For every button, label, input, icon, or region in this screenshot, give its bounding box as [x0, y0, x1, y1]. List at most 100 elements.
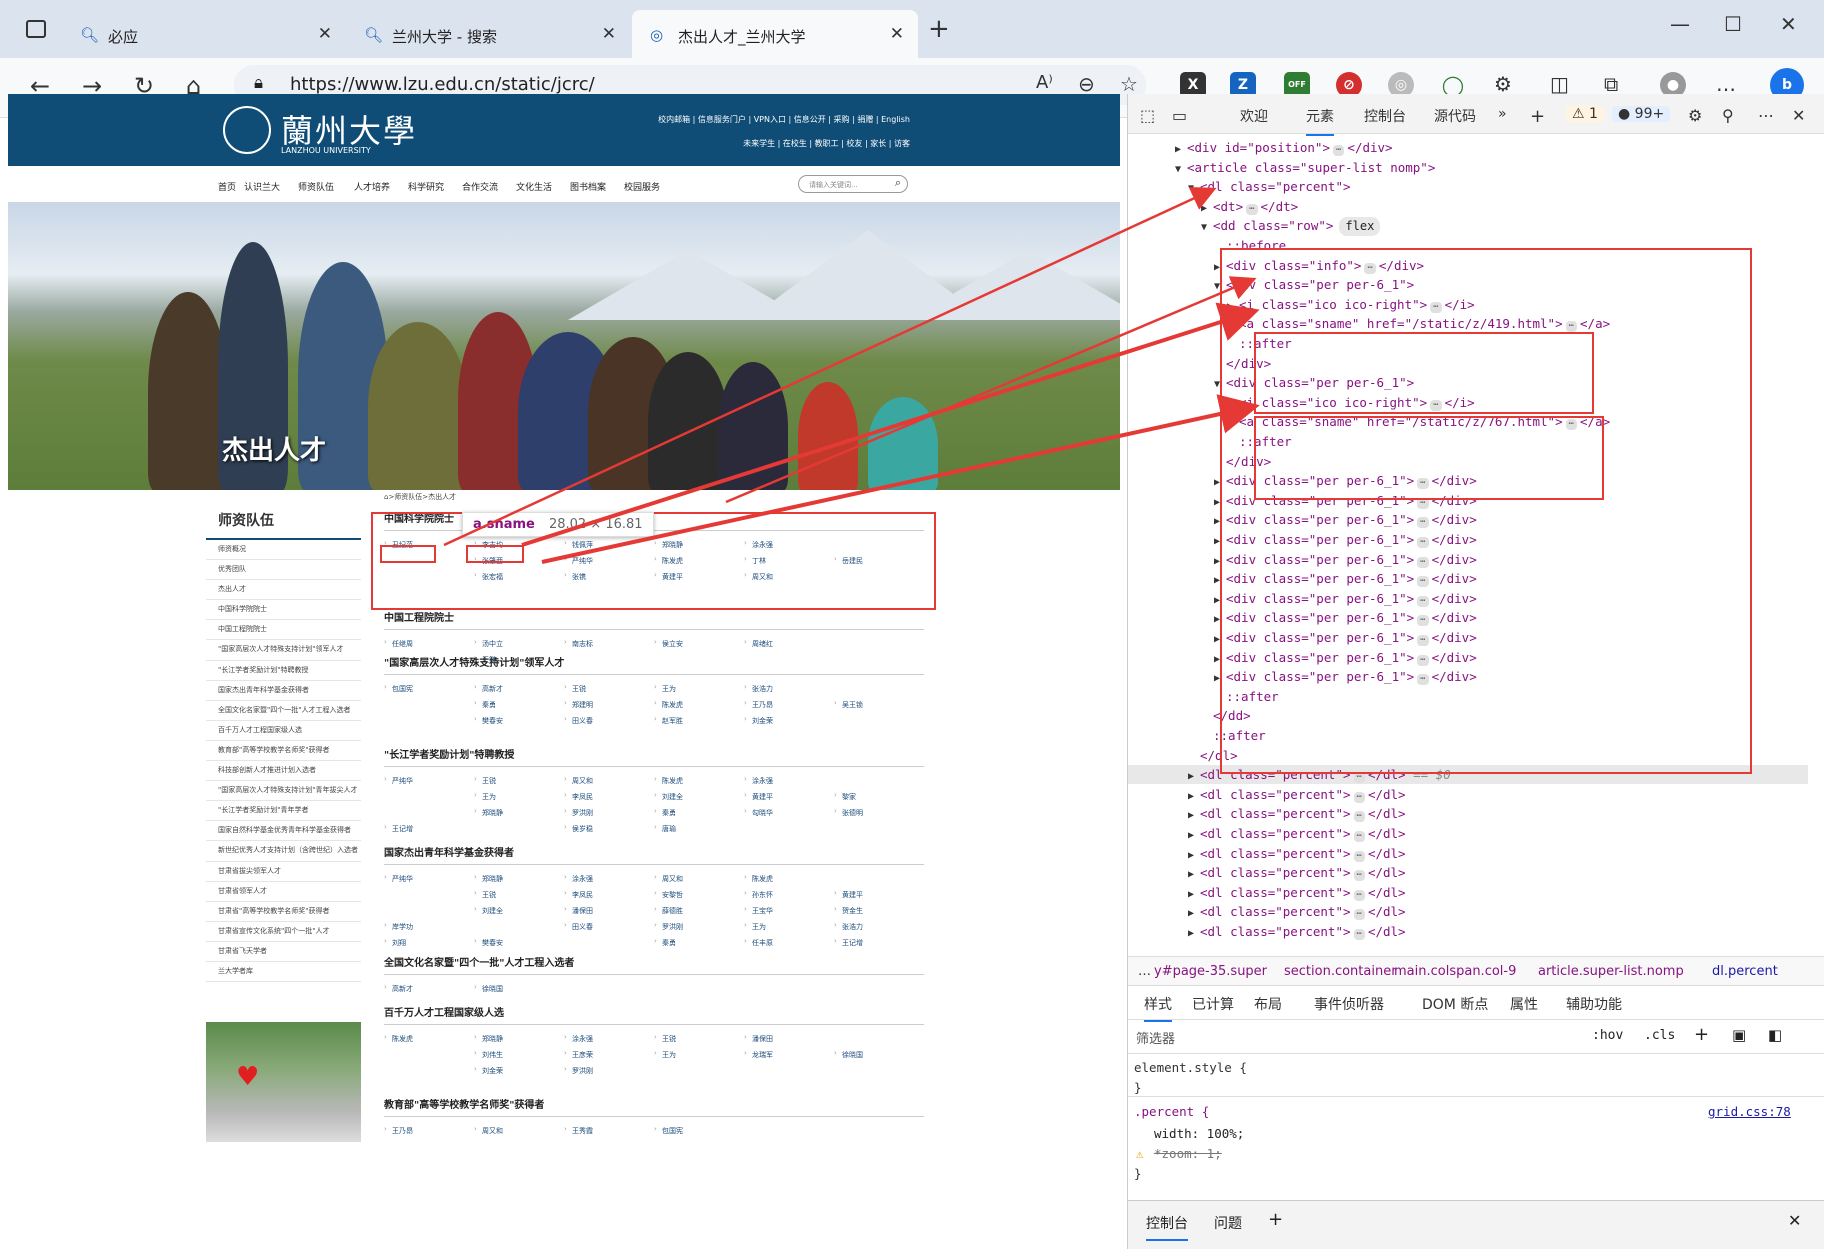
read-aloud-icon[interactable]: A⁾: [1036, 72, 1053, 93]
person-link[interactable]: 秦勇: [654, 935, 744, 951]
nav-item[interactable]: 师资队伍: [298, 180, 334, 193]
nav-item[interactable]: 文化生活: [516, 180, 552, 193]
person-link[interactable]: 安黎哲: [654, 887, 744, 903]
sidebar-item[interactable]: 国家杰出青年科学基金获得者: [206, 681, 361, 701]
dom-node[interactable]: ▶ <dt> ⋯ </dt>: [1201, 197, 1298, 216]
close-devtools-icon[interactable]: ✕: [1792, 106, 1805, 125]
top-links-row1[interactable]: 校内邮箱 | 信息服务门户 | VPN入口 | 信息公开 | 采购 | 捐赠 |…: [658, 114, 910, 125]
person-link[interactable]: 王为: [474, 789, 564, 805]
person-link[interactable]: 郑建明: [564, 697, 654, 713]
add-tab-icon[interactable]: +: [1530, 106, 1545, 127]
person-link[interactable]: 罗洪刚: [564, 805, 654, 821]
dom-node[interactable]: ▼ <article class="super-list nomp">: [1175, 158, 1435, 177]
person-link[interactable]: 唐瑜: [654, 821, 744, 837]
tab-search[interactable]: 🔍︎ 兰州大学 - 搜索 ✕: [346, 10, 630, 58]
source-link[interactable]: grid.css:78: [1708, 1104, 1791, 1119]
ellipsis-icon[interactable]: ⋯: [1353, 889, 1365, 901]
sidebar-item[interactable]: 甘肃省"高等学校教学名师奖"获得者: [206, 902, 361, 922]
close-icon[interactable]: ✕: [890, 24, 904, 44]
close-drawer-icon[interactable]: ✕: [1788, 1211, 1801, 1230]
site-search-input[interactable]: 请输入关键词... ⌕: [798, 175, 908, 193]
filter-input[interactable]: 筛选器: [1136, 1028, 1175, 1047]
person-link[interactable]: 王乃昂: [744, 697, 834, 713]
expand-toggle-icon[interactable]: ▶: [1188, 904, 1200, 923]
sidebar-item[interactable]: "长江学者奖励计划"青年学者: [206, 801, 361, 822]
tab-welcome[interactable]: 欢迎: [1240, 106, 1268, 126]
dom-node[interactable]: ▶ <dl class="percent"> ⋯ </dl>: [1188, 804, 1406, 823]
dom-crumb[interactable]: dl.percent: [1712, 964, 1778, 979]
sidebar-item[interactable]: "国家高层次人才特殊支持计划"领军人才: [206, 640, 361, 661]
person-link[interactable]: 樊春安: [474, 935, 564, 951]
element-style-rule[interactable]: element.style {: [1134, 1060, 1247, 1075]
close-window-icon[interactable]: ✕: [1780, 12, 1797, 36]
ellipsis-icon[interactable]: ⋯: [1353, 811, 1365, 823]
nav-item[interactable]: 首页: [218, 180, 236, 193]
extensions-icon[interactable]: ⚙: [1494, 72, 1512, 96]
sidebar-item[interactable]: 杰出人才: [206, 580, 361, 601]
person-link[interactable]: 王秀霞: [564, 1123, 654, 1139]
ellipsis-icon[interactable]: ⋯: [1353, 791, 1365, 803]
person-link[interactable]: 李凤民: [564, 789, 654, 805]
expand-toggle-icon[interactable]: ▼: [1201, 218, 1213, 237]
tab-sources[interactable]: 源代码: [1434, 106, 1476, 126]
person-link[interactable]: 黄建平: [834, 887, 924, 903]
ellipsis-icon[interactable]: ⋯: [1353, 929, 1365, 940]
dom-node[interactable]: ▶ <dl class="percent"> ⋯ </dl>: [1188, 902, 1406, 921]
person-link[interactable]: 高新才: [384, 981, 474, 997]
expand-toggle-icon[interactable]: ▶: [1188, 865, 1200, 884]
tab-layout[interactable]: 布局: [1254, 994, 1282, 1014]
person-link[interactable]: 包国宪: [384, 681, 474, 697]
paint-icon[interactable]: ▣: [1732, 1026, 1746, 1044]
messages-badge[interactable]: ● 99+: [1612, 106, 1671, 122]
dom-crumb[interactable]: article.super-list.nomp: [1538, 964, 1684, 979]
person-link[interactable]: 潘保田: [744, 1031, 834, 1047]
person-link[interactable]: 潘保田: [564, 903, 654, 919]
dom-crumb[interactable]: section.container: [1284, 964, 1397, 979]
sidebar-item[interactable]: 师资概况: [206, 540, 361, 561]
collections-icon[interactable]: ⧉: [1604, 72, 1618, 96]
sidebar-toggle-icon[interactable]: ◧: [1768, 1026, 1782, 1044]
ellipsis-icon[interactable]: ⋯: [1333, 145, 1345, 156]
zoom-icon[interactable]: ⊖: [1078, 72, 1095, 96]
person-link[interactable]: 吴王锁: [834, 697, 924, 713]
person-link[interactable]: 王为: [744, 919, 834, 935]
sidebar-item[interactable]: 甘肃省拔尖领军人才: [206, 862, 361, 882]
zoom-declaration[interactable]: *zoom: 1;: [1154, 1146, 1222, 1161]
person-link[interactable]: 徐晓国: [834, 1047, 924, 1063]
close-icon[interactable]: ✕: [602, 24, 616, 44]
person-link[interactable]: 郑晓静: [474, 1031, 564, 1047]
person-link[interactable]: 涂永强: [564, 871, 654, 887]
dom-crumb[interactable]: main.colspan.col-9: [1394, 964, 1516, 979]
dom-node[interactable]: ▶ <dl class="percent"> ⋯ </dl>: [1188, 863, 1406, 882]
person-link[interactable]: 刘金荣: [474, 1063, 564, 1079]
width-declaration[interactable]: width: 100%;: [1154, 1126, 1244, 1141]
percent-rule[interactable]: .percent {: [1134, 1104, 1209, 1119]
expand-toggle-icon[interactable]: ▶: [1175, 140, 1187, 159]
person-link[interactable]: 王乃昂: [384, 1123, 474, 1139]
person-link[interactable]: 郑晓静: [474, 805, 564, 821]
top-links-row2[interactable]: 未来学生 | 在校生 | 教职工 | 校友 | 家长 | 访客: [743, 138, 910, 149]
person-link[interactable]: 侯立安: [654, 636, 744, 652]
person-link[interactable]: 陈发虎: [654, 697, 744, 713]
person-link[interactable]: 李凤民: [564, 887, 654, 903]
minimize-icon[interactable]: —: [1670, 12, 1690, 36]
tab-properties[interactable]: 属性: [1510, 994, 1538, 1014]
person-link[interactable]: 刘建全: [474, 903, 564, 919]
sidebar-item[interactable]: 全国文化名家暨"四个一批"人才工程入选者: [206, 701, 361, 721]
person-link[interactable]: 任丰原: [744, 935, 834, 951]
ellipsis-icon[interactable]: ⋯: [1353, 870, 1365, 882]
expand-toggle-icon[interactable]: ▼: [1188, 179, 1200, 198]
person-link[interactable]: 周又和: [564, 773, 654, 789]
dom-node[interactable]: ▶ <dl class="percent"> ⋯ </dl>: [1188, 785, 1406, 804]
person-link[interactable]: 郑晓静: [474, 871, 564, 887]
person-link[interactable]: 张浩力: [744, 681, 834, 697]
hov-button[interactable]: :hov: [1592, 1028, 1623, 1043]
nav-item[interactable]: 认识兰大: [244, 180, 280, 193]
nav-item[interactable]: 科学研究: [408, 180, 444, 193]
feedback-icon[interactable]: ⚲: [1722, 106, 1734, 125]
nav-item[interactable]: 校园服务: [624, 180, 660, 193]
person-link[interactable]: 张浩力: [834, 919, 924, 935]
expand-toggle-icon[interactable]: ▶: [1188, 885, 1200, 904]
dom-node[interactable]: ▼ <dl class="percent">: [1188, 177, 1351, 196]
sidebar-item[interactable]: 优秀团队: [206, 560, 361, 581]
